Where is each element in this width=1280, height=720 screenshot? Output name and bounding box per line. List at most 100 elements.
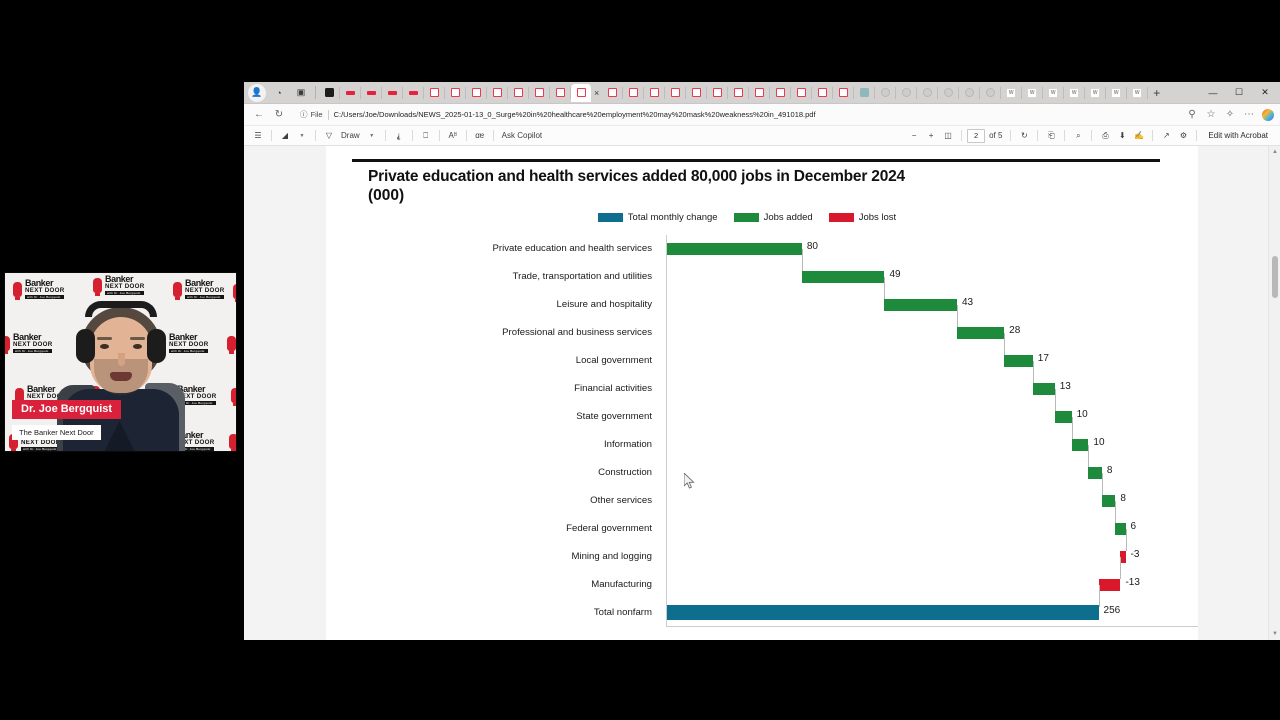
page-layout-icon[interactable]: ⎗: [1043, 128, 1059, 144]
browser-tab[interactable]: W: [1064, 84, 1084, 102]
vertical-scrollbar[interactable]: ▲ ▼: [1268, 146, 1280, 640]
browser-tab[interactable]: [340, 84, 360, 102]
browser-tab-active[interactable]: [571, 83, 591, 102]
profile-icon[interactable]: 👤: [248, 83, 266, 102]
browser-tab[interactable]: [770, 84, 790, 102]
edit-with-acrobat-button[interactable]: Edit with Acrobat: [1202, 131, 1274, 140]
eyebrow-left: [96, 337, 112, 340]
favorite-star-icon[interactable]: ☆: [1202, 106, 1220, 124]
browser-tab[interactable]: [875, 84, 895, 102]
chart-baseline: [666, 625, 1198, 627]
browser-tab[interactable]: [487, 84, 507, 102]
browser-tab[interactable]: [938, 84, 958, 102]
page-number-input[interactable]: 2: [967, 128, 986, 143]
browser-tab[interactable]: [707, 84, 727, 102]
category-label: Manufacturing: [591, 579, 652, 591]
toolbar-divider: [1010, 130, 1012, 141]
mouth: [109, 372, 132, 381]
browser-tab[interactable]: [959, 84, 979, 102]
tab-favicon-pdf: [712, 88, 722, 97]
copilot-icon[interactable]: [1262, 108, 1274, 121]
browser-tab[interactable]: [529, 84, 549, 102]
browser-tab[interactable]: [550, 84, 570, 102]
show-name-tag: The Banker Next Door: [12, 425, 101, 440]
scrollbar-thumb[interactable]: [1272, 256, 1278, 298]
browser-tab[interactable]: [361, 84, 381, 102]
browser-tab[interactable]: [833, 84, 853, 102]
browser-tab[interactable]: [686, 84, 706, 102]
browser-tab[interactable]: [382, 84, 402, 102]
zoom-out-button[interactable]: −: [906, 128, 922, 144]
reload-icon[interactable]: ↻: [270, 106, 288, 124]
tab-actions-icon[interactable]: ◔: [270, 84, 288, 102]
maximize-button[interactable]: ☐: [1226, 83, 1252, 103]
draw-icon[interactable]: ▽: [321, 128, 337, 144]
browser-tab[interactable]: [812, 84, 832, 102]
browser-tab[interactable]: W: [1127, 84, 1147, 102]
tab-strip[interactable]: 👤 ◔ ▣ × W W W W W W W + — ☐ ✕: [244, 82, 1280, 104]
browser-tab[interactable]: W: [1106, 84, 1126, 102]
browser-tab[interactable]: [508, 84, 528, 102]
print-icon[interactable]: ⎙: [1097, 128, 1113, 144]
browser-tab[interactable]: [319, 84, 339, 102]
draw-button-label[interactable]: Draw: [338, 128, 363, 144]
viewer-gutter-left: [244, 146, 320, 640]
browser-tab[interactable]: [403, 84, 423, 102]
url-input[interactable]: ⓘ File C:/Users/Joe/Downloads/NEWS_2025-…: [294, 107, 1181, 123]
tab-favicon: [964, 88, 974, 97]
zoom-icon[interactable]: ⚲: [1183, 106, 1201, 124]
close-window-button[interactable]: ✕: [1252, 83, 1278, 103]
translate-icon[interactable]: ɑɐ: [472, 128, 488, 144]
browser-tab[interactable]: [749, 84, 769, 102]
close-tab-icon[interactable]: ×: [594, 88, 599, 98]
backdrop-logo-line2: NEXT DOOR: [21, 439, 61, 446]
browser-tab[interactable]: [791, 84, 811, 102]
minimize-button[interactable]: —: [1200, 83, 1226, 103]
save-icon[interactable]: ⬇: [1114, 128, 1130, 144]
ask-copilot-button[interactable]: Ask Copilot: [499, 128, 545, 144]
draw-chevron-down-icon[interactable]: ▼: [364, 128, 380, 144]
highlight-icon[interactable]: ◢: [277, 128, 293, 144]
browser-tab[interactable]: [466, 84, 486, 102]
browser-tab[interactable]: [728, 84, 748, 102]
browser-tab[interactable]: [445, 84, 465, 102]
fullscreen-icon[interactable]: ↗: [1158, 128, 1174, 144]
annotate-icon[interactable]: ✍: [1131, 128, 1147, 144]
collections-icon[interactable]: ✧: [1221, 106, 1239, 124]
zoom-in-button[interactable]: +: [923, 128, 939, 144]
fit-page-icon[interactable]: ◫: [940, 128, 956, 144]
browser-tab[interactable]: W: [1022, 84, 1042, 102]
browser-tab[interactable]: [917, 84, 937, 102]
settings-gear-icon[interactable]: ⚙: [1175, 128, 1191, 144]
browser-tab[interactable]: [896, 84, 916, 102]
table-of-contents-icon[interactable]: ☰: [250, 128, 266, 144]
browser-tab[interactable]: [623, 84, 643, 102]
browser-tab[interactable]: W: [1085, 84, 1105, 102]
browser-tab[interactable]: [980, 84, 1000, 102]
bar-value-label: 8: [1106, 464, 1113, 476]
browser-tab[interactable]: W: [1043, 84, 1063, 102]
microphone-icon: [5, 335, 10, 354]
browser-tab[interactable]: [424, 84, 444, 102]
scroll-down-icon[interactable]: ▼: [1269, 628, 1280, 640]
search-icon[interactable]: ⌕: [1070, 128, 1086, 144]
scroll-up-icon[interactable]: ▲: [1269, 146, 1280, 158]
highlight-chevron-down-icon[interactable]: ▼: [294, 128, 310, 144]
browser-tab[interactable]: [602, 84, 622, 102]
tab-favicon: [408, 90, 418, 95]
read-aloud-icon[interactable]: Aᴽ: [445, 128, 461, 144]
bar-value-label: 13: [1059, 380, 1071, 392]
erase-icon[interactable]: ⸘: [391, 128, 407, 144]
browser-tab[interactable]: W: [1001, 84, 1021, 102]
rotate-icon[interactable]: ↻: [1016, 128, 1032, 144]
back-arrow-icon[interactable]: ←: [250, 106, 268, 124]
bar-value-label: 80: [806, 240, 818, 252]
text-box-icon[interactable]: ⎕: [418, 128, 434, 144]
browser-tab[interactable]: [644, 84, 664, 102]
settings-more-icon[interactable]: ⋯: [1240, 106, 1258, 124]
plot-area: 28: [666, 318, 1198, 355]
browser-tab[interactable]: [854, 84, 874, 102]
new-tab-button[interactable]: +: [1153, 86, 1160, 100]
split-screen-icon[interactable]: ▣: [292, 84, 310, 102]
browser-tab[interactable]: [665, 84, 685, 102]
